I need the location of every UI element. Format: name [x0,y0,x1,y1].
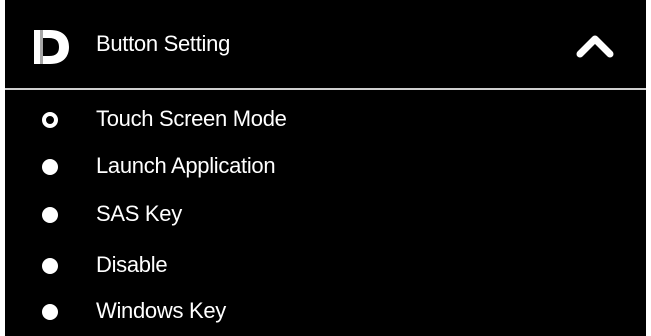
option-touch-screen-mode[interactable]: Touch Screen Mode [5,99,646,139]
radio-button[interactable] [42,258,58,274]
radio-button[interactable] [42,304,58,320]
header-divider [5,88,646,90]
option-windows-key[interactable]: Windows Key [5,291,646,331]
d-logo-icon [31,27,71,67]
collapse-button[interactable] [569,25,621,65]
option-label: Launch Application [96,153,276,178]
option-label: Windows Key [96,298,226,323]
option-label: Disable [96,252,168,277]
radio-button[interactable] [42,112,58,128]
option-label: SAS Key [96,201,182,226]
panel-title: Button Setting [96,31,231,56]
option-label: Touch Screen Mode [96,106,287,131]
button-setting-panel: Button Setting Touch Screen Mode Launch … [5,0,646,336]
chevron-up-icon [576,35,614,58]
option-launch-application[interactable]: Launch Application [5,146,646,186]
panel-header[interactable]: Button Setting [5,0,646,88]
radio-button[interactable] [42,207,58,223]
radio-button[interactable] [42,159,58,175]
option-sas-key[interactable]: SAS Key [5,194,646,234]
option-disable[interactable]: Disable [5,245,646,285]
